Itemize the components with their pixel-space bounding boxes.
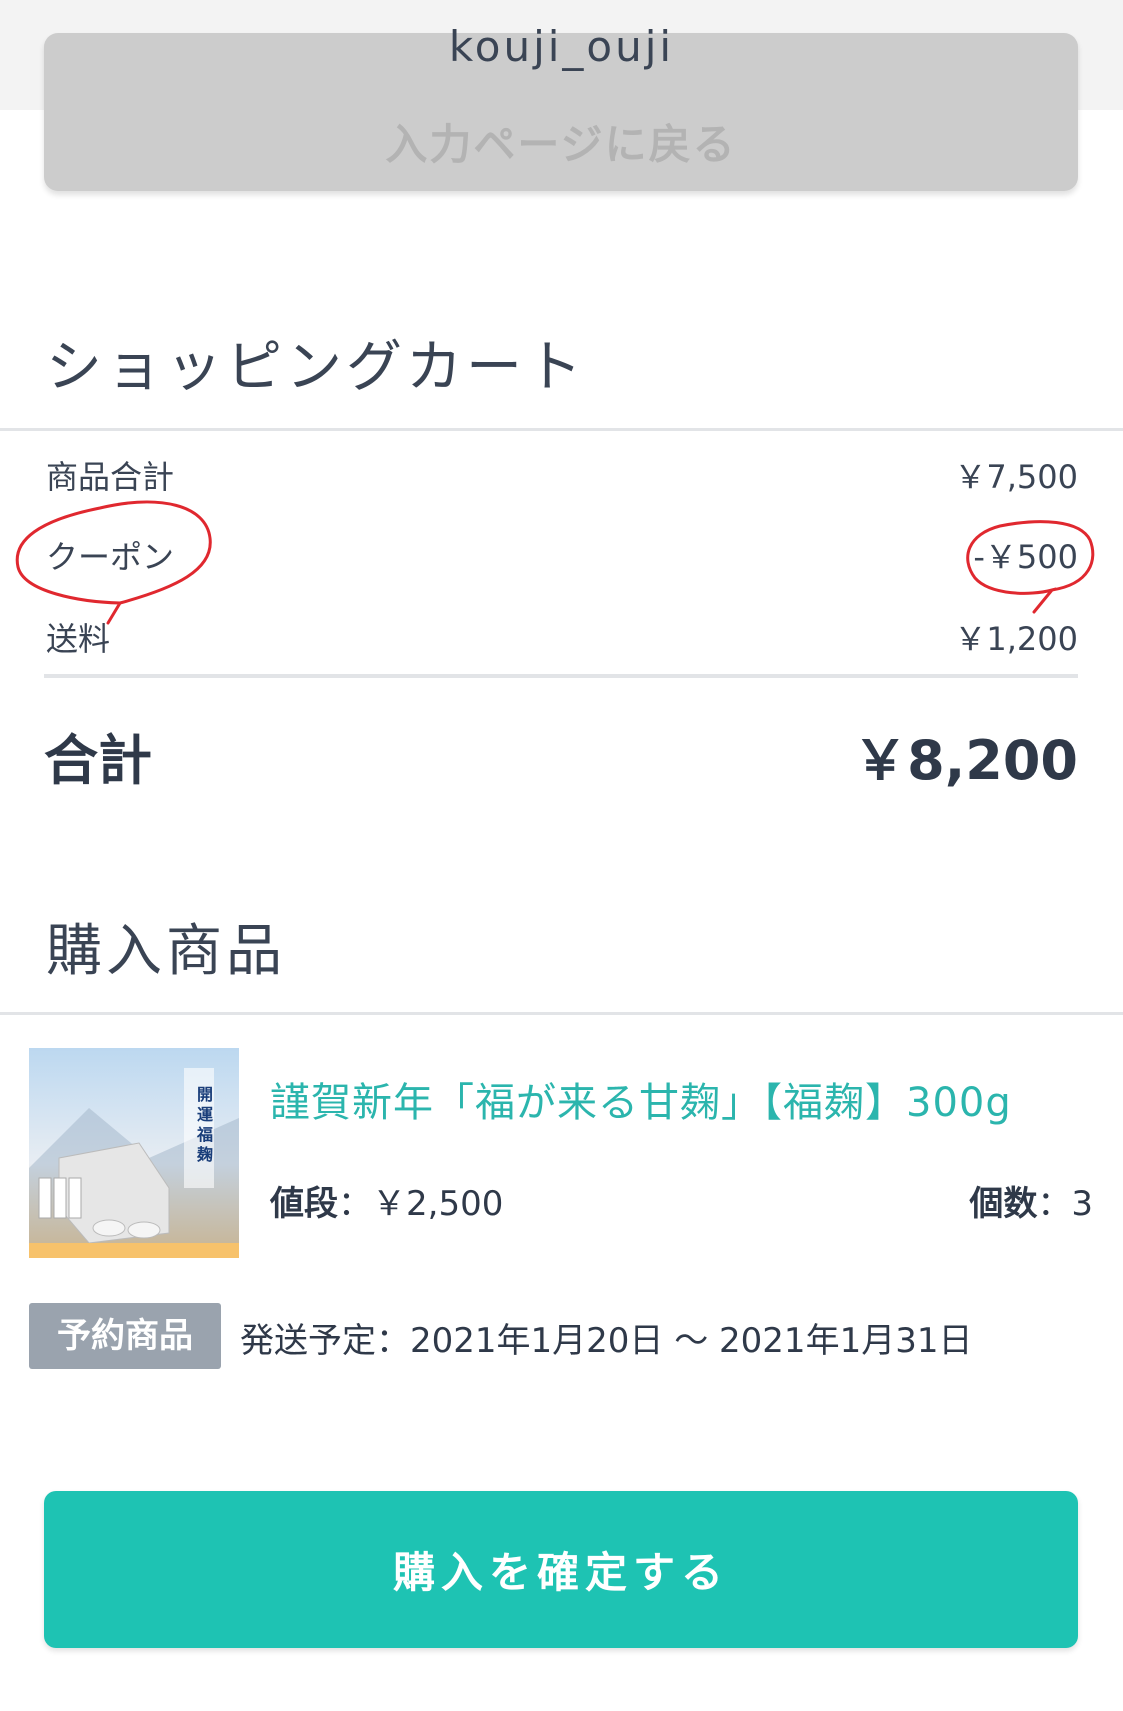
annotation-overlay bbox=[15, 500, 1095, 625]
shipping-schedule: 発送予定：2021年1月20日 〜 2021年1月31日 bbox=[240, 1321, 973, 1361]
purchase-title: 購入商品 bbox=[46, 919, 286, 984]
subtotal-label: 商品合計 bbox=[46, 458, 175, 496]
back-button-label: 入力ページに戻る bbox=[385, 121, 737, 168]
cart-title: ショッピングカート bbox=[46, 335, 586, 400]
svg-text:運: 運 bbox=[197, 1105, 213, 1124]
svg-text:麹: 麹 bbox=[196, 1145, 213, 1164]
shipping-value: ￥1,200 bbox=[954, 620, 1078, 658]
price-label: 値段 bbox=[270, 1184, 338, 1224]
subtotal-value: ￥7,500 bbox=[954, 458, 1078, 496]
svg-text:福: 福 bbox=[196, 1125, 213, 1144]
divider bbox=[0, 428, 1123, 431]
svg-text:開: 開 bbox=[197, 1085, 213, 1104]
total-divider bbox=[44, 674, 1078, 678]
confirm-purchase-button[interactable]: 購入を確定する bbox=[44, 1491, 1078, 1648]
total-value: ￥8,200 bbox=[853, 729, 1078, 792]
divider bbox=[0, 1012, 1123, 1015]
username: kouji_ouji bbox=[448, 22, 675, 71]
confirm-purchase-label: 購入を確定する bbox=[392, 1549, 729, 1596]
product-image[interactable]: 開 運 福 麹 bbox=[29, 1048, 239, 1258]
coupon-label: クーポン bbox=[46, 538, 175, 576]
price-row: 値段：￥2,500 bbox=[270, 1176, 503, 1225]
total-label: 合計 bbox=[44, 729, 152, 792]
quantity-value: ：3 bbox=[1037, 1184, 1093, 1224]
shipping-label: 送料 bbox=[46, 620, 111, 658]
product-name-link[interactable]: 謹賀新年「福が来る甘麹」【福麹】300g bbox=[270, 1070, 1012, 1128]
coupon-value: -￥500 bbox=[973, 538, 1078, 576]
price-value: ：￥2,500 bbox=[338, 1184, 504, 1224]
reserve-badge: 予約商品 bbox=[29, 1303, 221, 1369]
quantity-label: 個数 bbox=[969, 1184, 1038, 1224]
quantity-row: 個数：3 bbox=[969, 1176, 1093, 1225]
